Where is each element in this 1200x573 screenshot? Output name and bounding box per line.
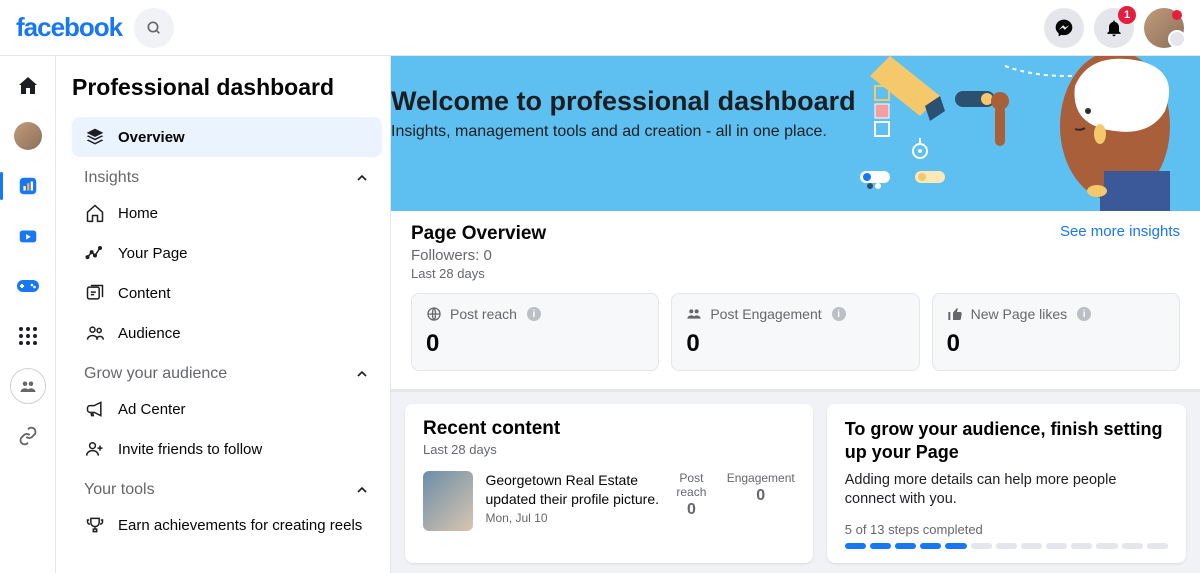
progress-segment: [1096, 543, 1117, 549]
rail-link[interactable]: [10, 418, 46, 454]
progress-segment: [870, 543, 891, 549]
progress-segment: [996, 543, 1017, 549]
recent-content-card: Recent content Last 28 days Georgetown R…: [405, 404, 813, 563]
sidebar: Professional dashboard Overview Insights…: [56, 56, 391, 573]
like-icon: [947, 306, 963, 322]
overview-period: Last 28 days: [411, 266, 546, 281]
progress-segment: [1046, 543, 1067, 549]
invite-icon: [84, 439, 106, 459]
page-title: Professional dashboard: [72, 74, 382, 101]
sidebar-item-invite[interactable]: Invite friends to follow: [72, 429, 382, 469]
progress-segment: [1071, 543, 1092, 549]
dashboard-icon: [17, 175, 39, 197]
left-rail: [0, 56, 56, 573]
search-icon: [146, 20, 162, 36]
messenger-button[interactable]: [1044, 8, 1084, 48]
chevron-up-icon: [354, 482, 370, 498]
home-icon: [84, 203, 106, 223]
rail-home[interactable]: [10, 68, 46, 104]
grow-subtitle: Adding more details can help more people…: [845, 471, 1168, 510]
trend-icon: [84, 243, 106, 263]
sidebar-section-tools[interactable]: Your tools: [72, 469, 382, 505]
chevron-up-icon: [354, 366, 370, 382]
megaphone-icon: [84, 399, 106, 419]
grow-audience-card: To grow your audience, finish setting up…: [827, 404, 1186, 563]
overview-title: Page Overview: [411, 223, 546, 245]
facebook-logo[interactable]: facebook: [16, 12, 122, 43]
info-icon[interactable]: i: [527, 307, 541, 321]
recent-content-title: Recent content: [423, 418, 795, 440]
sidebar-item-content[interactable]: Content: [72, 273, 382, 313]
sidebar-item-page[interactable]: Your Page: [72, 233, 382, 273]
stat-post-reach: Post reachi 0: [411, 293, 659, 371]
content-text: Georgetown Real Estate updated their pro…: [485, 471, 662, 509]
sidebar-item-adcenter[interactable]: Ad Center: [72, 389, 382, 429]
progress-segment: [1021, 543, 1042, 549]
stat-value: 0: [686, 330, 904, 358]
groups-icon: [19, 377, 37, 395]
rail-watch[interactable]: [10, 218, 46, 254]
sidebar-item-home[interactable]: Home: [72, 193, 382, 233]
sidebar-item-achievements[interactable]: Earn achievements for creating reels: [72, 505, 382, 545]
rail-groups[interactable]: [10, 368, 46, 404]
stat-value: 0: [426, 330, 644, 358]
grow-progress-text: 5 of 13 steps completed: [845, 522, 1168, 537]
sidebar-section-insights[interactable]: Insights: [72, 157, 382, 193]
rail-dashboard[interactable]: [10, 168, 46, 204]
chevron-up-icon: [354, 170, 370, 186]
sidebar-section-grow[interactable]: Grow your audience: [72, 353, 382, 389]
sidebar-item-label: Overview: [118, 129, 185, 146]
top-bar: facebook 1: [0, 0, 1200, 56]
progress-segments: [845, 543, 1168, 549]
info-icon[interactable]: i: [832, 307, 846, 321]
overview-followers: Followers: 0: [411, 247, 546, 264]
account-avatar[interactable]: [1144, 8, 1184, 48]
people-icon: [686, 306, 702, 322]
rail-profile[interactable]: [10, 118, 46, 154]
messenger-icon: [1054, 18, 1074, 38]
progress-segment: [945, 543, 966, 549]
recent-content-item[interactable]: Georgetown Real Estate updated their pro…: [423, 471, 795, 531]
recent-content-period: Last 28 days: [423, 442, 795, 457]
watch-icon: [17, 225, 39, 247]
home-icon: [16, 74, 40, 98]
hero-illustration: [860, 56, 1200, 211]
progress-segment: [971, 543, 992, 549]
trophy-icon: [84, 515, 106, 535]
rail-menu[interactable]: [10, 318, 46, 354]
progress-segment: [895, 543, 916, 549]
sidebar-item-audience[interactable]: Audience: [72, 313, 382, 353]
info-icon[interactable]: i: [1077, 307, 1091, 321]
progress-segment: [1147, 543, 1168, 549]
grow-title: To grow your audience, finish setting up…: [845, 418, 1168, 465]
stat-likes: New Page likesi 0: [932, 293, 1180, 371]
stat-value: 0: [947, 330, 1165, 358]
content-icon: [84, 283, 106, 303]
see-more-insights-link[interactable]: See more insights: [1060, 223, 1180, 240]
hero-banner: Welcome to professional dashboard Insigh…: [391, 56, 1200, 211]
rail-gaming[interactable]: [10, 268, 46, 304]
globe-icon: [426, 306, 442, 322]
content-thumbnail: [423, 471, 473, 531]
grid-icon: [18, 326, 38, 346]
mini-avatar: [14, 122, 42, 150]
page-overview-card: Page Overview Followers: 0 Last 28 days …: [391, 211, 1200, 392]
audience-icon: [84, 323, 106, 343]
progress-segment: [920, 543, 941, 549]
layers-icon: [84, 127, 106, 147]
notifications-button[interactable]: 1: [1094, 8, 1134, 48]
stat-engagement: Post Engagementi 0: [671, 293, 919, 371]
content-date: Mon, Jul 10: [485, 511, 662, 525]
sidebar-item-overview[interactable]: Overview: [72, 117, 382, 157]
link-icon: [18, 426, 38, 446]
notification-badge: 1: [1118, 6, 1136, 24]
search-button[interactable]: [134, 8, 174, 48]
progress-segment: [1122, 543, 1143, 549]
main-content: Welcome to professional dashboard Insigh…: [391, 56, 1200, 573]
progress-segment: [845, 543, 866, 549]
avatar-indicator-dot: [1172, 10, 1182, 20]
gamepad-icon: [16, 278, 40, 294]
